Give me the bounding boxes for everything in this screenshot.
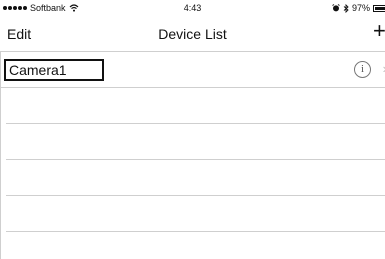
alarm-icon (332, 4, 340, 12)
empty-row (6, 124, 385, 160)
empty-row (6, 88, 385, 124)
page-title: Device List (158, 26, 227, 42)
status-time: 4:43 (183, 3, 202, 13)
info-icon[interactable]: i (354, 61, 371, 78)
empty-row (6, 160, 385, 196)
empty-row (6, 196, 385, 232)
device-row[interactable]: Camera1 i › (0, 52, 385, 88)
add-device-button[interactable]: + (373, 20, 385, 42)
status-bar: Softbank 4:43 97% (0, 0, 385, 16)
status-right: 97% (332, 3, 385, 13)
bluetooth-icon (343, 3, 349, 13)
device-table: Camera1 i › (0, 51, 385, 259)
battery-percentage: 97% (351, 3, 370, 13)
device-name-label[interactable]: Camera1 (4, 59, 104, 81)
battery-icon (373, 4, 385, 12)
navigation-bar: Edit Device List + (0, 16, 385, 51)
device-list-screen: Softbank 4:43 97% Edit Device List + Cam… (0, 0, 385, 259)
